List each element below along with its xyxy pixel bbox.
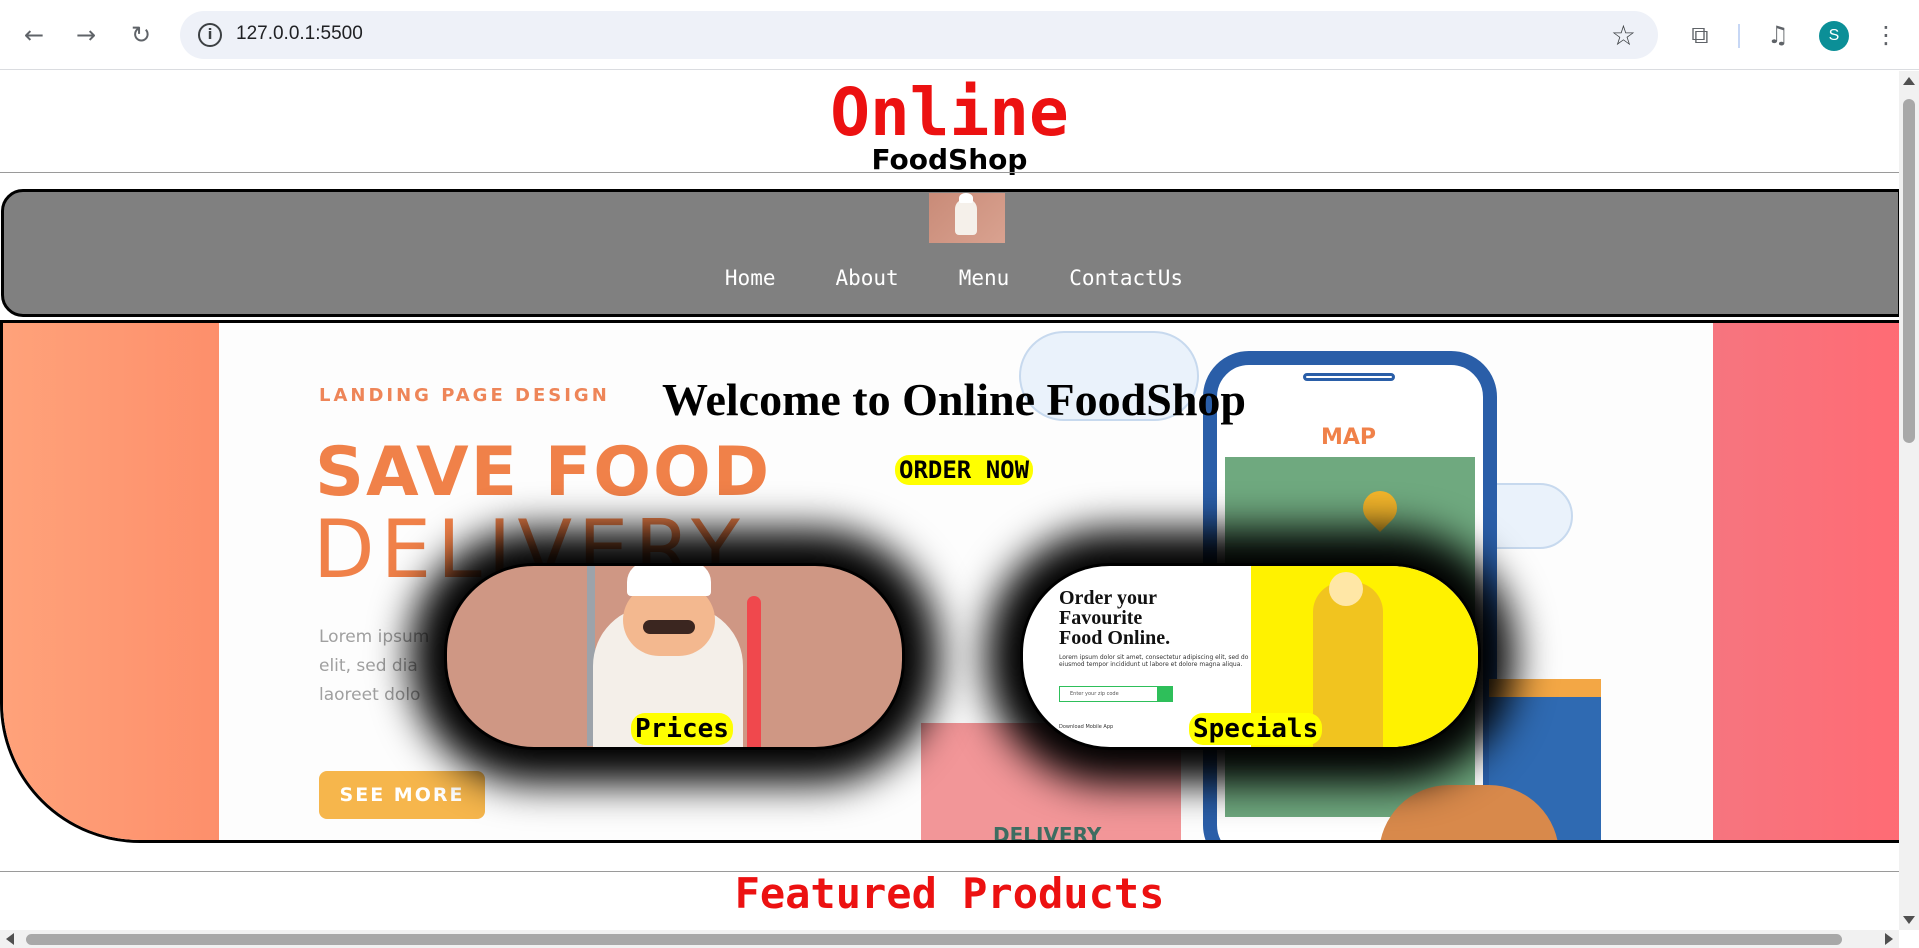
arrow-right-icon [1157, 686, 1173, 702]
specials-download-text: Download Mobile App [1059, 724, 1114, 730]
profile-avatar[interactable]: S [1819, 21, 1849, 51]
scroll-right-icon[interactable] [1885, 933, 1893, 945]
toolbar-divider [1738, 24, 1740, 48]
bg-lorem-line: elit, sed dia [319, 656, 418, 676]
nav-links: Home About Menu ContactUs [4, 266, 1899, 290]
nav-home[interactable]: Home [725, 266, 776, 290]
specials-body: Lorem ipsum dolor sit amet, consectetur … [1059, 654, 1249, 668]
reload-icon[interactable]: ↻ [121, 15, 161, 55]
bg-map-label: MAP [1321, 425, 1377, 450]
specials-card[interactable]: Order your Favourite Food Online. Lorem … [1020, 563, 1481, 750]
bg-see-more-button: SEE MORE [319, 771, 485, 819]
site-logo: Online FoodShop [0, 71, 1899, 175]
logo-sub-text: FoodShop [871, 143, 1028, 176]
chef-hat-icon [627, 566, 711, 596]
prices-card[interactable]: Prices [444, 563, 905, 750]
chef-logo-image [929, 193, 1005, 243]
specials-card-label[interactable]: Specials [1189, 713, 1323, 745]
back-icon[interactable]: ← [14, 15, 54, 55]
order-now-button[interactable]: ORDER NOW [895, 455, 1034, 485]
site-info-icon[interactable]: i [198, 23, 222, 47]
specials-title: Order your Favourite Food Online. [1059, 587, 1171, 649]
bg-lorem-text: Lorem ipsum elit, sed dia laoreet dolo [319, 623, 429, 710]
bg-save-food-text: SAVE FOOD [315, 433, 772, 512]
logo-main-text: Online [830, 74, 1069, 151]
scroll-down-icon[interactable] [1903, 916, 1915, 924]
nav-contactus[interactable]: ContactUs [1069, 266, 1183, 290]
header-divider [0, 172, 1899, 173]
spatula-icon [747, 596, 761, 747]
waiter-illustration [1313, 582, 1383, 747]
nav-menu[interactable]: Menu [959, 266, 1010, 290]
scroll-up-icon[interactable] [1903, 77, 1915, 85]
prices-card-label[interactable]: Prices [631, 713, 733, 745]
bg-box-label: DELIVERY [993, 823, 1102, 843]
browser-toolbar: ← → ↻ i 127.0.0.1:5500 ☆ ⧉ ♫ S ⋮ [0, 0, 1919, 70]
bookmark-star-icon[interactable]: ☆ [1611, 19, 1636, 52]
url-text[interactable]: 127.0.0.1:5500 [236, 23, 363, 45]
media-control-icon[interactable]: ♫ [1758, 15, 1798, 55]
menu-kebab-icon[interactable]: ⋮ [1866, 15, 1906, 55]
vertical-scrollbar[interactable] [1899, 71, 1919, 930]
hero-section: LANDING PAGE DESIGN SAVE FOOD DELIVERY L… [0, 320, 1899, 843]
extensions-icon[interactable]: ⧉ [1680, 15, 1720, 55]
horizontal-scrollbar[interactable] [0, 930, 1899, 948]
forward-icon[interactable]: → [66, 15, 106, 55]
vertical-scroll-thumb[interactable] [1903, 99, 1915, 443]
hero-welcome-heading: Welcome to Online FoodShop [662, 374, 1246, 425]
specials-zip-input: Enter your zip code [1059, 686, 1173, 702]
page-viewport: Online FoodShop Home About Menu ContactU… [0, 71, 1899, 930]
scroll-left-icon[interactable] [6, 933, 14, 945]
nav-about[interactable]: About [835, 266, 898, 290]
featured-products-heading: Featured Products [734, 869, 1165, 918]
bg-lorem-line: Lorem ipsum [319, 627, 430, 647]
bg-lorem-line: laoreet dolo [319, 685, 421, 705]
horizontal-scroll-thumb[interactable] [26, 934, 1842, 945]
navbar: Home About Menu ContactUs [1, 189, 1899, 317]
address-bar[interactable]: i 127.0.0.1:5500 ☆ [180, 11, 1658, 59]
